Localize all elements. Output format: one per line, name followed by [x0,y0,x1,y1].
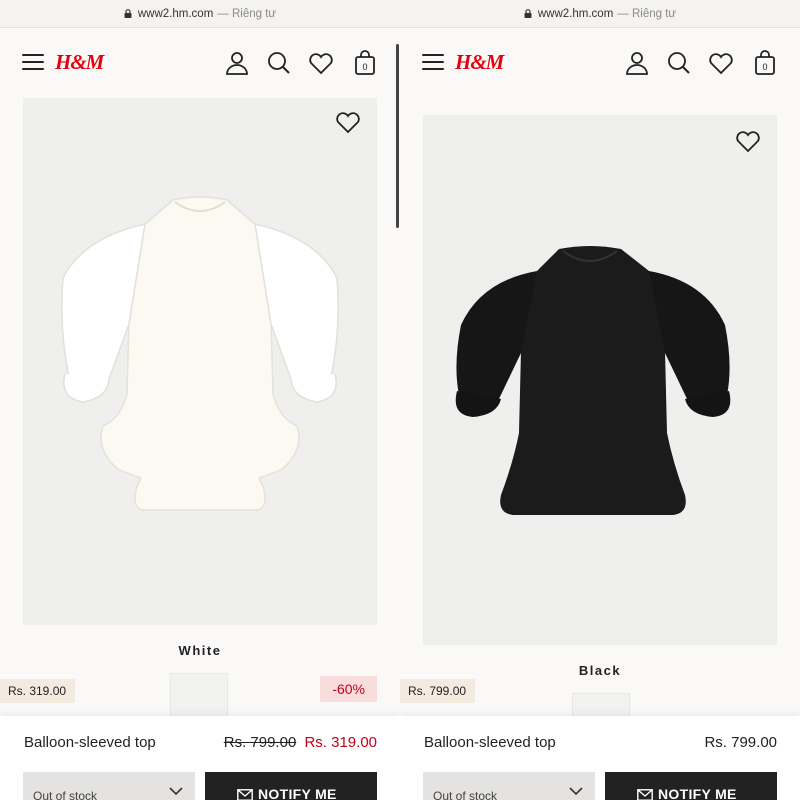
address-bar[interactable]: www2.hm.com — Riêng tư [0,0,400,28]
stock-status-text: Out of stock [433,789,498,800]
site-header: H&M 0 [0,40,400,86]
product-image-black-top[interactable] [423,115,777,645]
favorites-icon[interactable] [708,50,734,76]
account-icon[interactable] [224,50,250,76]
size-select-dropdown[interactable]: Out of stock [23,772,195,800]
price-group: Rs. 799.00 [704,734,777,751]
address-bar[interactable]: www2.hm.com — Riêng tư [400,0,800,28]
url-text: www2.hm.com [137,7,214,20]
bag-icon[interactable]: 0 [752,50,778,76]
chevron-down-icon [169,787,183,796]
original-price: Rs. 799.00 [223,734,297,751]
lock-icon [124,9,132,18]
lock-icon [524,9,532,18]
product-image-white-top[interactable] [23,98,377,625]
notify-me-label: NOTIFY ME [658,786,737,800]
right-pane: www2.hm.com — Riêng tư H&M 0 Black Rs. 7… [400,0,800,800]
split-screen: www2.hm.com — Riêng tư H&M 0 White Rs. 3… [0,0,800,800]
chevron-down-icon [569,787,583,796]
svg-text:0: 0 [762,62,767,72]
wishlist-heart-icon[interactable] [335,110,361,134]
price-group: Rs. 799.00 Rs. 319.00 [224,734,377,751]
color-name-label: Black [578,663,622,678]
wishlist-heart-icon[interactable] [735,129,761,153]
account-icon[interactable] [624,50,650,76]
notify-me-label: NOTIFY ME [258,786,337,800]
notify-me-button[interactable]: NOTIFY ME [605,772,777,800]
left-pane: www2.hm.com — Riêng tư H&M 0 White Rs. 3… [0,0,400,800]
site-header: H&M 0 [400,40,800,86]
black-top-illustration [455,246,731,515]
stock-status-text: Out of stock [33,789,98,800]
split-view-divider[interactable] [396,44,399,228]
search-icon[interactable] [266,50,292,76]
private-mode-label: — Riêng tư [217,7,277,20]
private-mode-label: — Riêng tư [617,7,677,20]
white-top-illustration [61,196,339,511]
hm-logo[interactable]: H&M [455,50,504,75]
search-icon[interactable] [666,50,692,76]
envelope-icon [237,789,253,800]
product-purchase-bar: Balloon-sleeved top Rs. 799.00 Out of st… [400,716,800,800]
discount-badge: -60% [320,676,377,702]
product-name: Balloon-sleeved top [424,734,556,751]
product-name: Balloon-sleeved top [24,734,156,751]
regular-price: Rs. 799.00 [704,734,777,751]
thumb-price-chip: Rs. 319.00 [0,679,76,703]
color-name-label: White [178,643,222,658]
menu-icon[interactable] [422,54,444,70]
svg-text:0: 0 [362,62,367,72]
color-swatch-thumbnail[interactable] [170,673,228,717]
bag-icon[interactable]: 0 [352,50,378,76]
hm-logo[interactable]: H&M [55,50,104,75]
size-select-dropdown[interactable]: Out of stock [423,772,595,800]
favorites-icon[interactable] [308,50,334,76]
notify-me-button[interactable]: NOTIFY ME [205,772,377,800]
product-purchase-bar: Balloon-sleeved top Rs. 799.00 Rs. 319.0… [0,716,400,800]
sale-price: Rs. 319.00 [304,734,377,751]
envelope-icon [637,789,653,800]
menu-icon[interactable] [22,54,44,70]
url-text: www2.hm.com [537,7,614,20]
thumb-price-chip: Rs. 799.00 [400,679,476,703]
